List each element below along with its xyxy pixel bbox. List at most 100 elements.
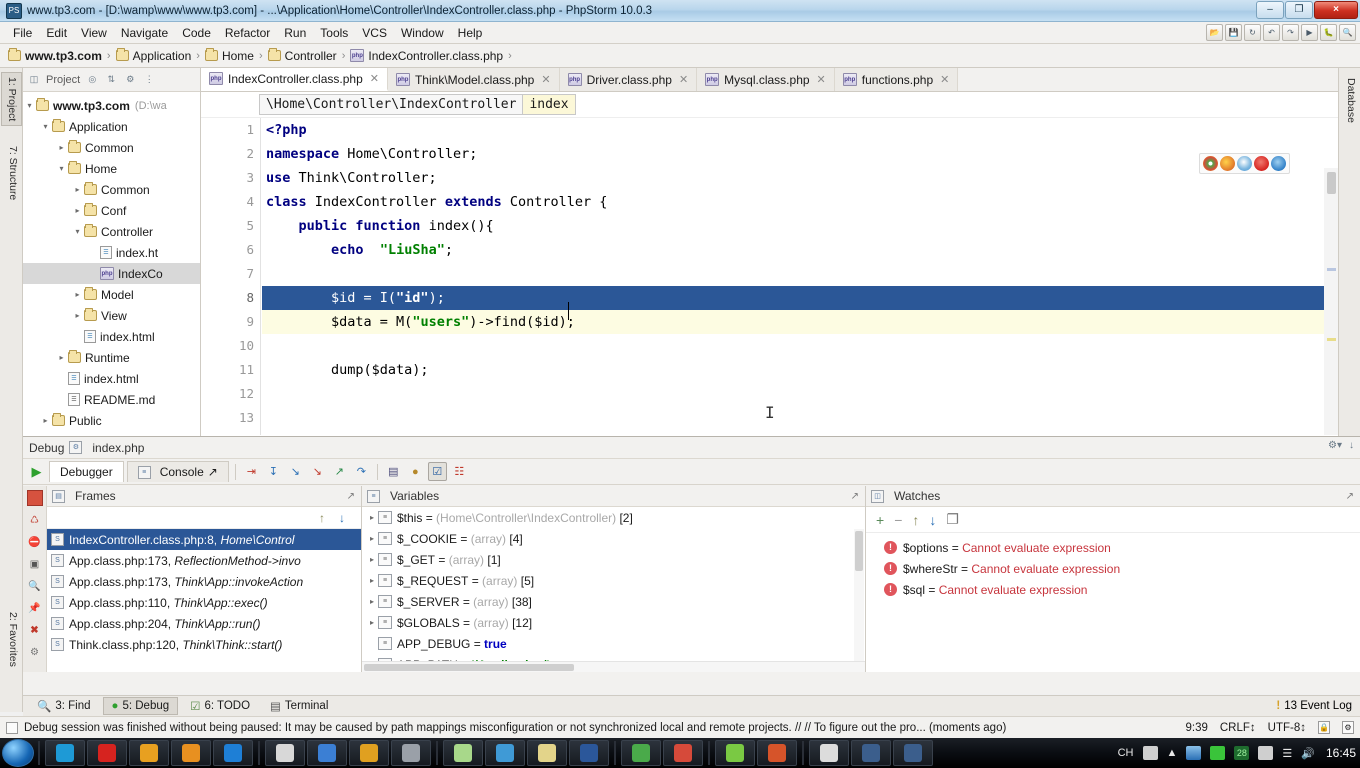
code-line[interactable]: $id = I("id"); [262,286,1338,310]
scrollbar-thumb[interactable] [855,531,863,571]
watch-row[interactable]: ! $options = Cannot evaluate expression [866,537,1360,558]
code-line[interactable]: namespace Home\Controller; [262,142,1338,166]
taskbar-button[interactable] [391,740,431,766]
gutter-line-number[interactable]: 9 [201,310,280,334]
code-line[interactable]: public function index(){ [262,214,1338,238]
editor-tab[interactable]: php functions.php ✕ [834,68,959,91]
ime-indicator[interactable]: CH [1118,747,1134,759]
gutter-line-number[interactable]: 5 [201,214,260,238]
bottom-tab-find[interactable]: 🔍 3: Find [29,697,99,715]
menu-item-edit[interactable]: Edit [39,24,74,42]
minimize-button[interactable]: – [1256,1,1284,19]
move-down-icon[interactable]: ↓ [339,511,345,525]
menu-item-file[interactable]: File [6,24,39,42]
frame-row[interactable]: S App.class.php:173, Think\App::invokeAct… [47,571,361,592]
code-line[interactable]: $data = M("users")->find($id); [262,310,1338,334]
code-line[interactable] [262,406,1338,430]
taskbar-button[interactable] [45,740,85,766]
volume-icon[interactable]: 🔊 [1301,747,1315,760]
taskbar-button[interactable] [851,740,891,766]
view-breakpoints-icon[interactable]: ☑ [427,462,447,481]
menu-item-code[interactable]: Code [175,24,218,42]
editor-scrollbar[interactable] [1324,168,1338,435]
sidebar-item-favorites[interactable]: 2: Favorites [1,608,22,671]
sidebar-item-structure[interactable]: 7: Structure [1,142,22,204]
collapse-all-icon[interactable]: ⇅ [104,73,118,87]
force-step-into-icon[interactable]: ↘ [308,462,327,481]
frame-row[interactable]: S App.class.php:173, ReflectionMethod->in… [47,550,361,571]
watches-list[interactable]: ! $options = Cannot evaluate expression! $… [866,533,1360,600]
lock-icon[interactable]: 🔒 [1318,721,1330,734]
mute-breakpoints-icon[interactable]: ● [406,462,425,481]
tree-expand-arrow[interactable]: ▸ [39,416,52,425]
tree-item[interactable]: ▾ Home [23,158,200,179]
tree-item[interactable]: ☰ index.ht [23,242,200,263]
code-line[interactable]: dump($data); [262,358,1338,382]
taskbar-button[interactable] [213,740,253,766]
breadcrumb-item-home[interactable]: Home [204,48,254,63]
menu-item-vcs[interactable]: VCS [355,24,394,42]
settings-icon[interactable]: ☷ [450,462,469,481]
run-to-cursor-icon[interactable]: ↷ [352,462,371,481]
frames-list[interactable]: S IndexController.class.php:8, Home\Contr… [47,529,361,655]
move-down-icon[interactable]: ↓ [929,512,936,528]
gutter-line-number[interactable]: 4 [201,190,260,214]
code-line[interactable]: use Think\Controller; [262,166,1338,190]
layout-icon[interactable]: ▣ [27,556,43,572]
tree-expand-arrow[interactable]: ▸ [71,185,84,194]
tree-expand-arrow[interactable]: ▸ [55,143,68,152]
step-out-icon[interactable]: ↗ [330,462,349,481]
tree-item[interactable]: ▸ Model [23,284,200,305]
code-line[interactable]: class IndexController extends Controller… [262,190,1338,214]
show-hidden-icons-icon[interactable]: ▲ [1167,747,1178,759]
tree-expand-arrow[interactable]: ▸ [55,353,68,362]
gutter-line-number[interactable]: 1 [201,118,260,142]
menu-item-window[interactable]: Window [394,24,451,42]
keyboard-icon[interactable] [1142,746,1158,760]
variable-row[interactable]: ▸ ≡ $_SERVER = (array) [38] [362,591,865,612]
close-icon[interactable]: ✕ [679,73,688,86]
watch-row[interactable]: ! $whereStr = Cannot evaluate expression [866,558,1360,579]
watch-row[interactable]: ! $sql = Cannot evaluate expression [866,579,1360,600]
breadcrumb-item-project[interactable]: www.tp3.com [8,48,102,63]
bottom-tab-debug[interactable]: ● 5: Debug [102,697,179,715]
maximize-button[interactable]: ❐ [1285,1,1313,19]
taskbar-button[interactable] [809,740,849,766]
menu-item-navigate[interactable]: Navigate [114,24,175,42]
breadcrumb-item-file[interactable]: php IndexController.class.php [350,49,503,63]
line-separator-indicator[interactable]: CRLF↕ [1220,722,1256,734]
inspection-icon[interactable]: ⚙ [1342,721,1354,734]
editor-tab[interactable]: php Driver.class.php ✕ [559,68,698,91]
variable-row[interactable]: ▸ ≡ $this = (Home\Controller\IndexControll… [362,507,865,528]
hide-icon[interactable]: ↓ [1349,440,1354,451]
expand-arrow-icon[interactable]: ▸ [366,597,378,606]
breadcrumb-item-application[interactable]: Application [115,48,191,63]
remove-watch-icon[interactable]: − [894,512,902,528]
close-icon[interactable]: ✕ [817,73,826,86]
taskbar-button[interactable] [171,740,211,766]
menu-item-refactor[interactable]: Refactor [218,24,277,42]
network-icon[interactable] [1186,746,1202,760]
mute-breakpoints-icon[interactable]: ⛔ [27,534,43,550]
tree-item[interactable]: ☰ index.html [23,368,200,389]
editor-gutter[interactable]: 1 2 3 4 5 6 7 8 9 10 11 12 13 [201,118,280,435]
bottom-tab-todo[interactable]: ☑ 6: TODO [182,697,258,715]
close-icon[interactable]: ✖ [27,622,43,638]
gutter-line-number[interactable]: 13 [201,406,260,430]
run-icon[interactable]: ▶ [1301,24,1318,41]
status-message[interactable]: Debug session was finished without being… [24,722,1006,734]
stop-icon[interactable] [26,490,43,506]
open-icon[interactable]: 📂 [1206,24,1223,41]
frame-row[interactable]: S App.class.php:204, Think\App::run() [47,613,361,634]
hide-icon[interactable]: ↗ [851,491,859,502]
resume-program-icon[interactable]: ▶ [27,462,46,481]
editor-tab[interactable]: php Think\Model.class.php ✕ [387,68,560,91]
undo-icon[interactable]: ↶ [1263,24,1280,41]
navbar-class-path[interactable]: \Home\Controller\IndexController [259,94,524,115]
menu-item-help[interactable]: Help [451,24,490,42]
tree-item[interactable]: ▾ www.tp3.com (D:\wa [23,95,200,116]
frame-row[interactable]: S IndexController.class.php:8, Home\Contr… [47,529,361,550]
frame-row[interactable]: S Think.class.php:120, Think\Think::start… [47,634,361,655]
menu-item-view[interactable]: View [74,24,114,42]
tree-item[interactable]: ▸ Public [23,410,200,431]
